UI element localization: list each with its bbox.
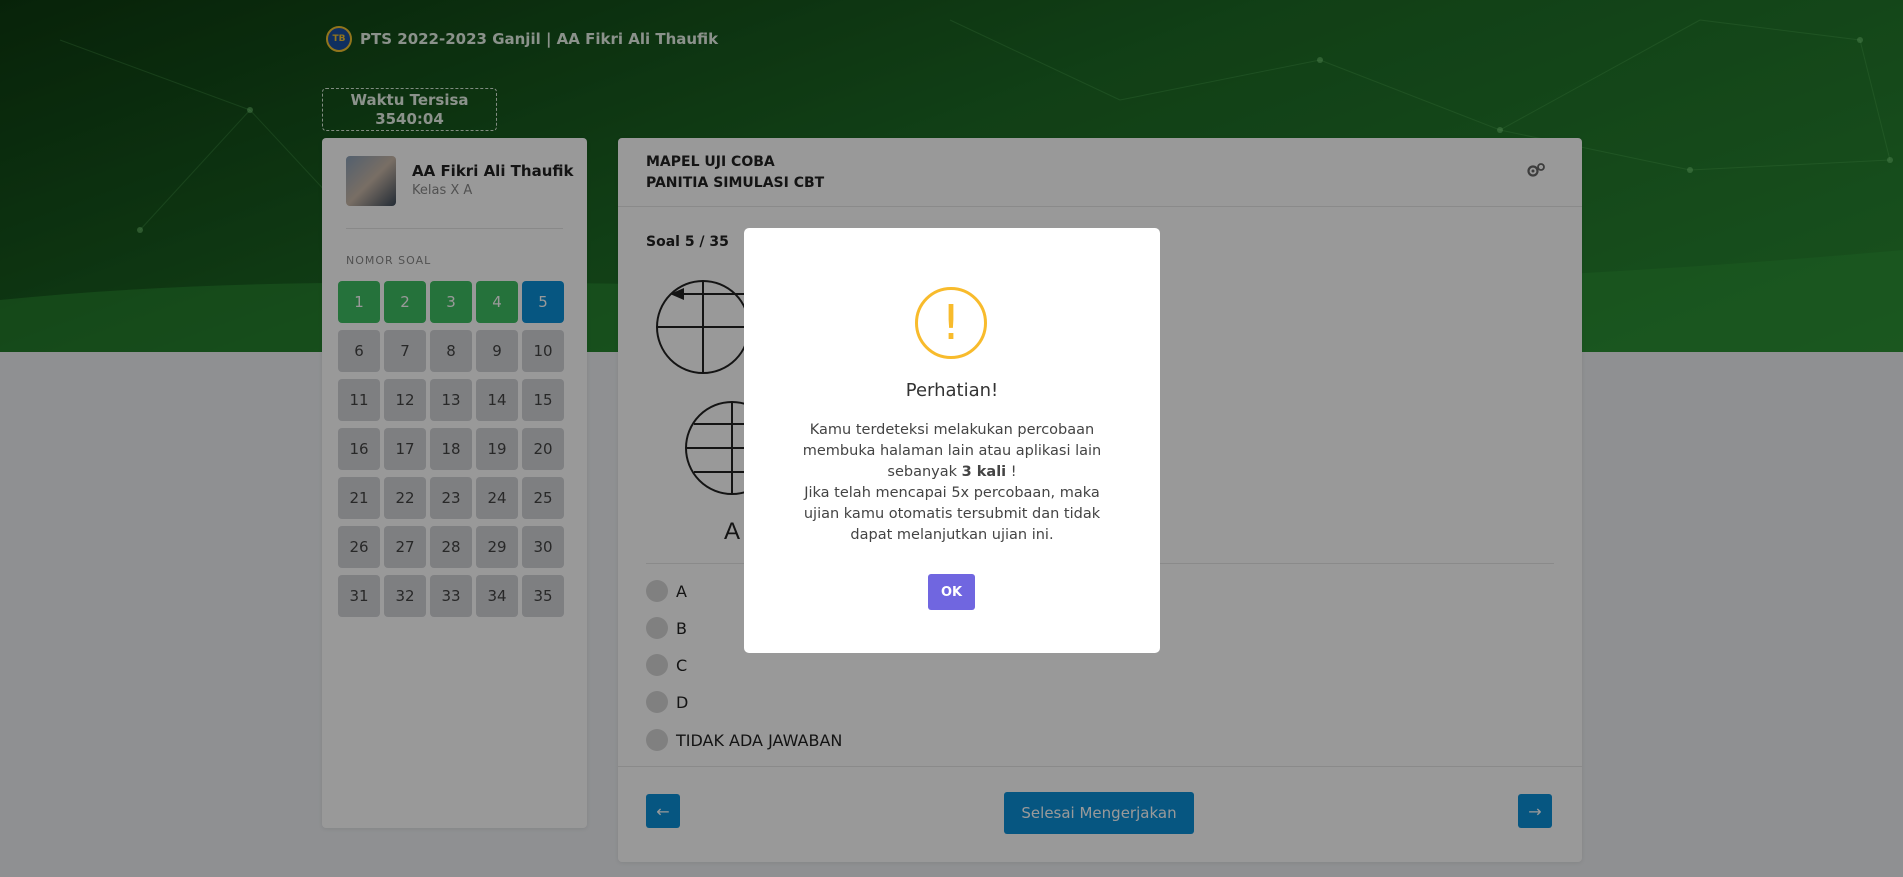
warning-dialog: ! Perhatian! Kamu terdeteksi melakukan p… bbox=[744, 228, 1160, 653]
message-text: Kamu terdeteksi melakukan percobaan memb… bbox=[802, 422, 1102, 480]
message-warning: Jika telah mencapai 5x percobaan, maka u… bbox=[803, 485, 1101, 543]
attempt-count: 3 kali bbox=[961, 464, 1007, 480]
dialog-title: Perhatian! bbox=[905, 380, 999, 401]
dialog-message: Kamu terdeteksi melakukan percobaan memb… bbox=[794, 420, 1110, 546]
message-text: ! bbox=[1006, 464, 1017, 480]
warning-icon: ! bbox=[915, 287, 987, 359]
ok-button[interactable]: OK bbox=[928, 574, 975, 610]
